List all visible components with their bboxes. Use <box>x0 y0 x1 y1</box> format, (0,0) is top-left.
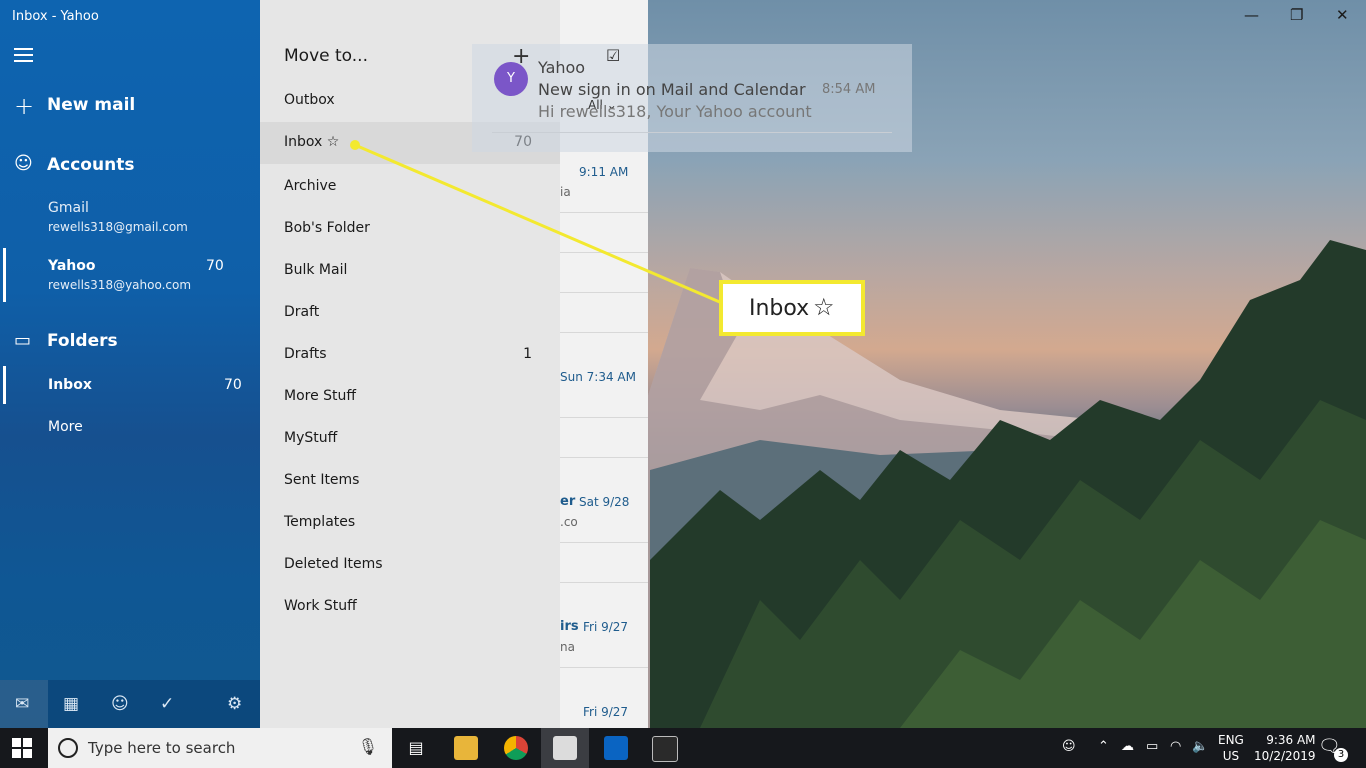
microphone-icon[interactable]: 🎙 <box>358 737 378 756</box>
battery-icon[interactable]: ▭ <box>1146 739 1158 754</box>
mail-app-icon[interactable] <box>541 728 589 768</box>
action-center-icon[interactable]: 🗨 3 <box>1318 736 1348 762</box>
callout-label: Inbox <box>749 296 810 321</box>
people-icon[interactable]: ☺ <box>1062 739 1076 754</box>
taskbar-search-box[interactable]: Type here to search 🎙 <box>48 728 392 768</box>
file-explorer-icon[interactable] <box>442 728 490 768</box>
clock-date: 10/2/2019 <box>1254 749 1316 763</box>
notification-badge: 3 <box>1334 748 1348 762</box>
star-icon: ☆ <box>813 293 835 321</box>
taskbar: Type here to search 🎙 ▤ ☺ ⌃ ☁ ▭ ◠ 🔈 ENG … <box>0 728 1366 768</box>
windows-start-icon[interactable] <box>12 738 32 758</box>
clock[interactable]: 9:36 AM 10/2/2019 <box>1254 732 1316 764</box>
callout-box: Inbox ☆ <box>719 280 865 336</box>
task-view-icon[interactable]: ▤ <box>392 728 440 768</box>
onedrive-icon[interactable]: ☁ <box>1121 739 1134 754</box>
callout-pointer <box>350 140 723 305</box>
wifi-icon[interactable]: ◠ <box>1170 739 1181 754</box>
language-indicator[interactable]: ENG US <box>1218 732 1244 764</box>
language-code: ENG <box>1218 733 1244 747</box>
photos-icon[interactable] <box>640 728 688 768</box>
chevron-up-icon[interactable]: ⌃ <box>1098 739 1109 754</box>
outlook-icon[interactable] <box>592 728 640 768</box>
volume-icon[interactable]: 🔈 <box>1192 739 1208 754</box>
search-placeholder: Type here to search <box>88 739 236 757</box>
clock-time: 9:36 AM <box>1266 733 1316 747</box>
chrome-icon[interactable] <box>492 728 540 768</box>
cortana-icon <box>58 738 78 758</box>
region-code: US <box>1222 749 1240 763</box>
